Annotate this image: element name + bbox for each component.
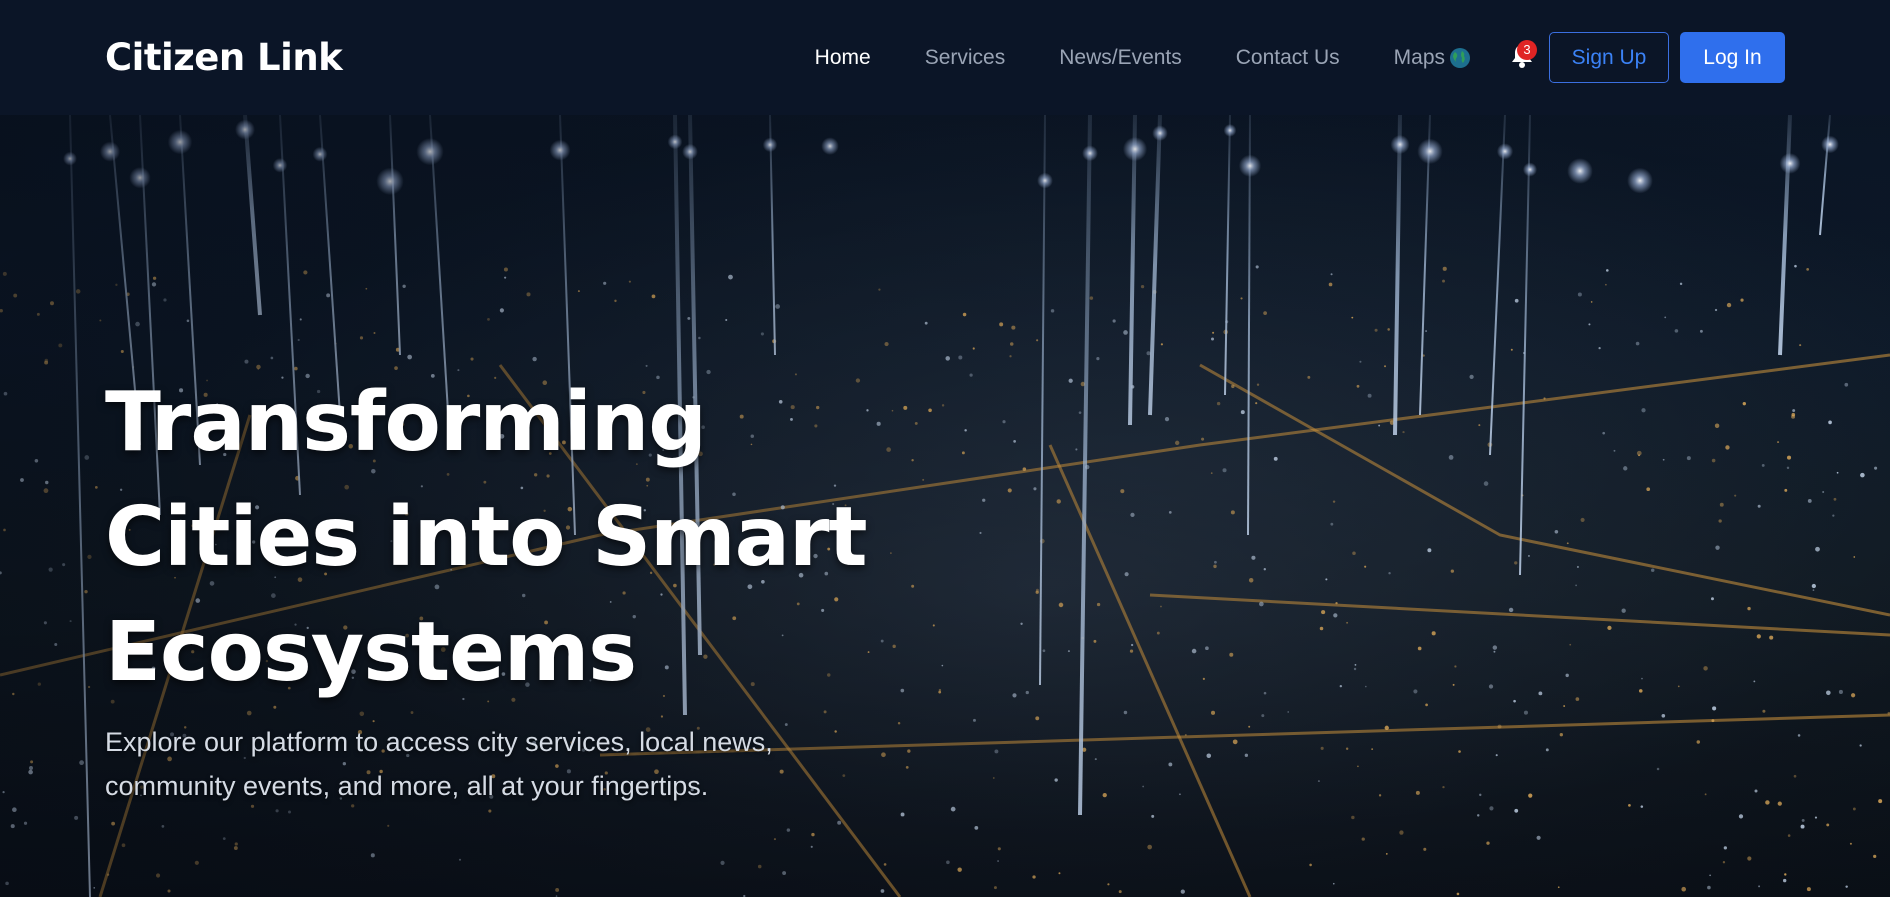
nav-home-link[interactable]: Home: [815, 46, 871, 70]
nav-news-events-link[interactable]: News/Events: [1059, 46, 1182, 70]
notifications-button[interactable]: 3: [1507, 39, 1537, 75]
nav-services-link[interactable]: Services: [925, 46, 1006, 70]
hero-title: Transforming Cities into Smart Ecosystem…: [105, 375, 868, 700]
brand-logo[interactable]: Citizen Link: [105, 36, 343, 79]
nav-maps-link[interactable]: Maps: [1394, 46, 1471, 70]
globe-icon: [1449, 47, 1471, 69]
log-in-button[interactable]: Log In: [1680, 32, 1785, 83]
hero-section: Transforming Cities into Smart Ecosystem…: [0, 115, 1890, 897]
nav-links: Home Services News/Events Contact Us Map…: [815, 32, 1785, 83]
notification-count-badge: 3: [1517, 39, 1537, 60]
nav-contact-link[interactable]: Contact Us: [1236, 46, 1340, 70]
sign-up-button[interactable]: Sign Up: [1549, 32, 1669, 83]
navbar: Citizen Link Home Services News/Events C…: [0, 0, 1890, 115]
nav-maps-label: Maps: [1393, 45, 1445, 69]
hero-subtitle: Explore our platform to access city serv…: [105, 727, 773, 801]
